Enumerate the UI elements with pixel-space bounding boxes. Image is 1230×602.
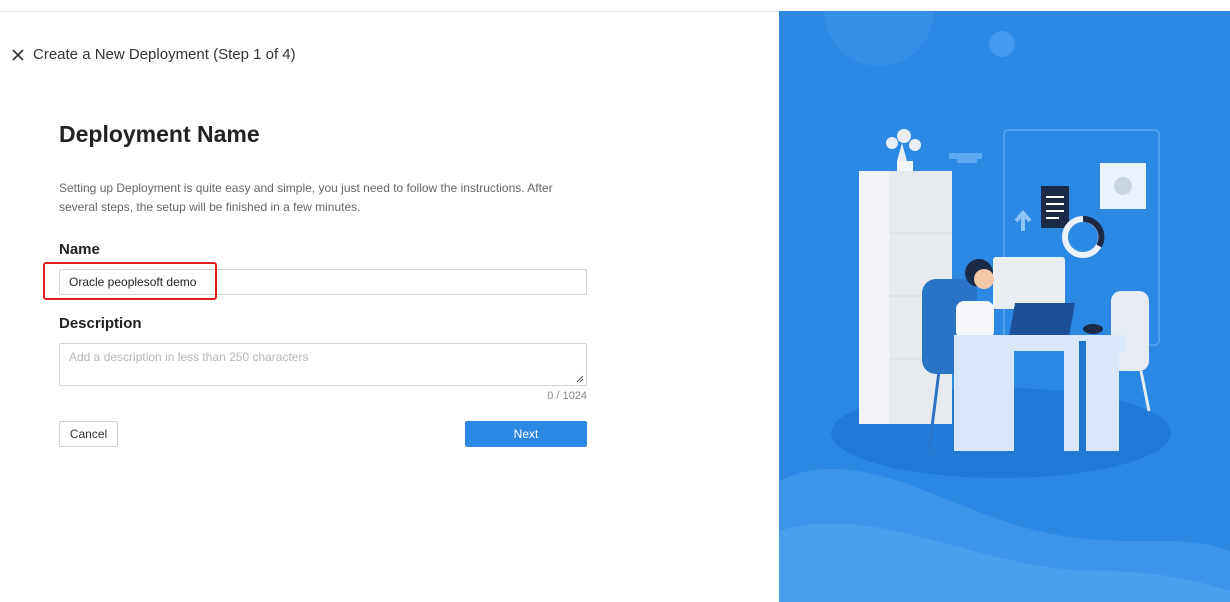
description-textarea[interactable]: Add a description in less than 250 chara… xyxy=(59,343,587,386)
close-icon[interactable] xyxy=(10,47,26,63)
next-button[interactable]: Next xyxy=(465,421,587,447)
annotation-highlight-box xyxy=(43,262,217,300)
resize-handle-icon[interactable] xyxy=(576,375,584,383)
wizard-title: Create a New Deployment (Step 1 of 4) xyxy=(33,46,296,63)
illustration-panel xyxy=(779,11,1230,602)
intro-text: Setting up Deployment is quite easy and … xyxy=(59,181,553,214)
character-counter: 0 / 1024 xyxy=(547,390,587,402)
description-placeholder: Add a description in less than 250 chara… xyxy=(69,350,309,364)
cancel-button[interactable]: Cancel xyxy=(59,421,118,447)
name-label: Name xyxy=(59,241,100,258)
page-title: Deployment Name xyxy=(59,121,260,147)
description-label: Description xyxy=(59,315,142,332)
